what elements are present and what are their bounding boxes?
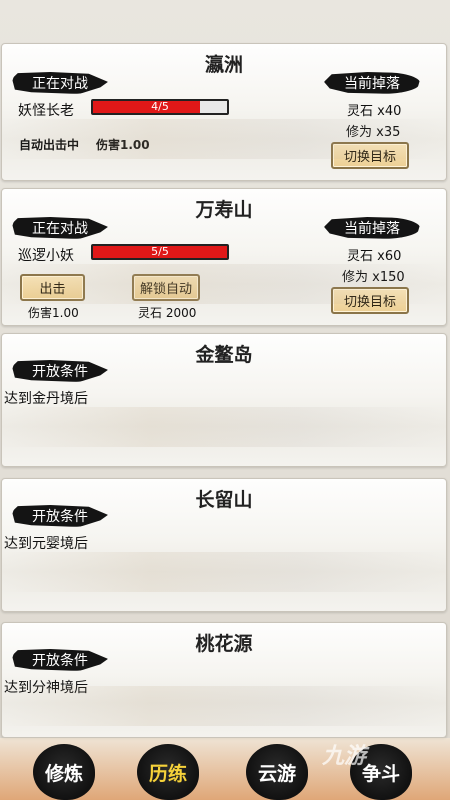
drop-item-cultivation: 修为 x35	[346, 125, 401, 140]
unlock-auto-button[interactable]: 解锁自动	[132, 274, 200, 301]
drop-item-cultivation: 修为 x150	[342, 270, 405, 285]
watermark-logo: 九游	[322, 744, 367, 769]
nav-travel-button[interactable]: 云游	[246, 744, 308, 800]
current-drop-tag: 当前掉落	[324, 217, 420, 239]
open-condition-text: 达到元婴境后	[4, 536, 88, 552]
damage-value: 伤害1.00	[96, 138, 150, 152]
auto-attack-status: 自动出击中	[19, 138, 80, 152]
zone-card-wanshoushan: 万寿山 正在对战 当前掉落 巡逻小妖 5/5 出击 伤害1.00 解锁自动 灵石…	[1, 188, 447, 326]
nav-cultivate-button[interactable]: 修炼	[33, 744, 95, 800]
enemy-hp-bar: 5/5	[91, 244, 229, 260]
enemy-name: 巡逻小妖	[18, 248, 74, 264]
nav-training-button[interactable]: 历练	[137, 744, 199, 800]
enemy-name: 妖怪长老	[18, 103, 74, 119]
current-drop-tag: 当前掉落	[324, 72, 420, 94]
zone-card-yingzhou: 瀛洲 正在对战 当前掉落 妖怪长老 4/5 自动出击中 伤害1.00 灵石 x4…	[1, 43, 447, 181]
open-condition-text: 达到金丹境后	[4, 391, 88, 407]
damage-value: 伤害1.00	[28, 306, 79, 320]
unlock-cost: 灵石 2000	[138, 306, 197, 320]
drop-item-spirit-stone: 灵石 x60	[347, 249, 402, 264]
enemy-hp-bar: 4/5	[91, 99, 229, 115]
zone-card-jinaodao: 金鳌岛 开放条件 达到金丹境后	[1, 333, 447, 467]
attack-button[interactable]: 出击	[20, 274, 85, 301]
open-condition-text: 达到分神境后	[4, 680, 88, 696]
switch-target-button[interactable]: 切换目标	[331, 142, 409, 169]
zone-card-taohuayuan: 桃花源 开放条件 达到分神境后	[1, 622, 447, 738]
drop-item-spirit-stone: 灵石 x40	[347, 104, 402, 119]
enemy-hp-text: 5/5	[151, 245, 169, 258]
enemy-hp-text: 4/5	[151, 100, 169, 113]
switch-target-button[interactable]: 切换目标	[331, 287, 409, 314]
zone-card-changliushan: 长留山 开放条件 达到元婴境后	[1, 478, 447, 612]
